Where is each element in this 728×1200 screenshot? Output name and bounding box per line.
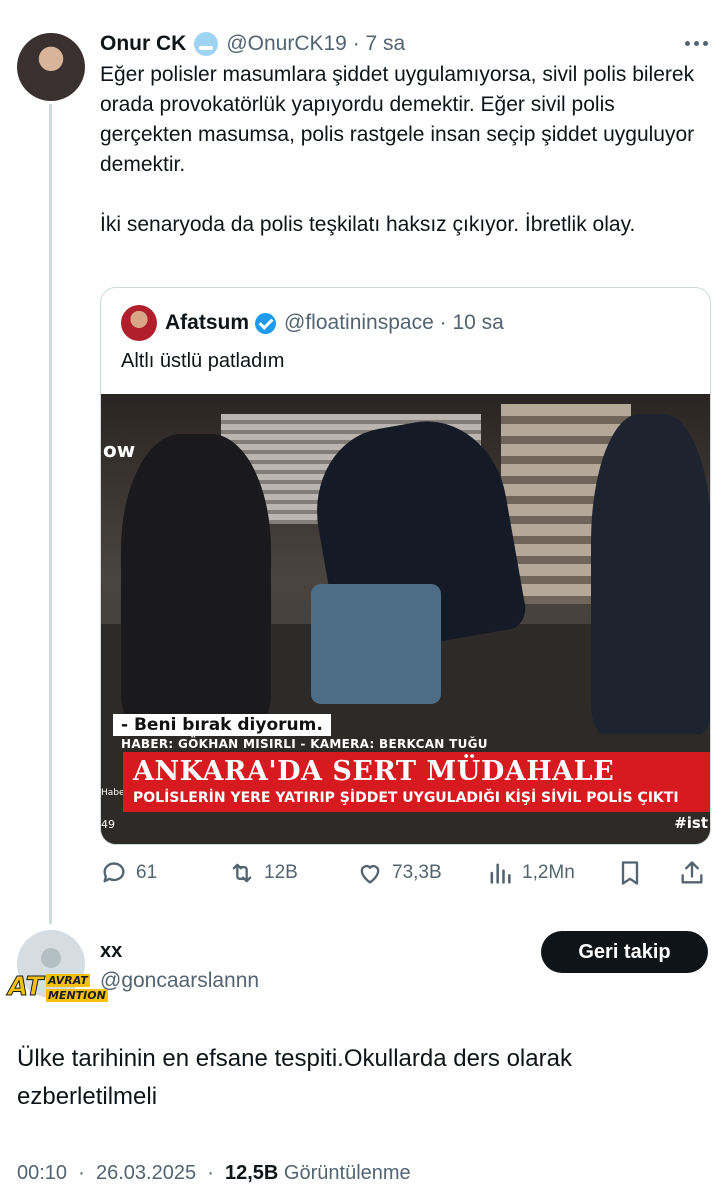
reply-time[interactable]: 00:10 — [17, 1162, 67, 1184]
person-left — [121, 434, 271, 724]
reply-author-handle[interactable]: @goncaarslannn — [100, 969, 259, 993]
quoted-author-name[interactable]: Afatsum — [165, 311, 249, 335]
reply-button[interactable]: 61 — [100, 857, 157, 889]
heart-icon — [360, 865, 380, 884]
quoted-tweet-media-image[interactable]: ow - Beni bırak diyorum. HABER: GÖKHAN M… — [101, 394, 710, 844]
media-corner-text: ow — [103, 438, 136, 462]
reply-views-count: 12,5B — [224, 1162, 279, 1184]
like-button[interactable]: 73,3B — [356, 857, 442, 889]
news-headline: ANKARA'DA SERT MÜDAHALE — [133, 756, 615, 787]
reply-icon — [103, 862, 125, 883]
logo-top-text: AVRAT — [46, 974, 90, 987]
avrat-mention-logo: AT AVRAT MENTION — [7, 968, 108, 1008]
author-avatar[interactable] — [17, 33, 85, 101]
views-count: 1,2Mn — [522, 862, 575, 883]
person-center-legs — [311, 584, 441, 704]
quoted-author-handle[interactable]: @floatininspace — [284, 311, 434, 335]
quoted-tweet-time[interactable]: 10 sa — [452, 311, 503, 335]
share-icon — [681, 861, 703, 884]
logo-bottom-text: MENTION — [46, 989, 108, 1002]
repost-count: 12B — [264, 862, 298, 883]
tweet-text: Eğer polisler masumlara şiddet uygulamıy… — [100, 63, 695, 236]
bookmark-button[interactable] — [616, 857, 644, 889]
thread-connector-line — [49, 104, 52, 924]
reply-author-name[interactable]: xx — [100, 940, 122, 963]
meta-separator: · — [72, 1162, 91, 1184]
repost-icon — [232, 863, 252, 883]
news-counter: 49 — [101, 818, 115, 831]
quoted-tweet-text: Altlı üstlü patladım — [121, 350, 285, 372]
follow-back-button[interactable]: Geri takip — [541, 931, 708, 973]
logo-main-text: AT — [7, 972, 44, 1003]
tweet-time[interactable]: 7 sa — [366, 32, 406, 56]
cold-face-emoji-icon — [194, 32, 219, 56]
news-lower-third: - Beni bırak diyorum. HABER: GÖKHAN MISI… — [101, 706, 710, 844]
reply-views-label: Görüntülenme — [283, 1162, 411, 1184]
author-name[interactable]: Onur CK — [100, 32, 186, 56]
news-headline-bar: ANKARA'DA SERT MÜDAHALE POLİSLERİN YERE … — [123, 752, 710, 812]
bookmark-icon — [621, 861, 639, 885]
news-channel-tag: #ist — [674, 814, 708, 832]
quoted-tweet-header: Afatsum @floatininspace · 10 sa — [165, 308, 504, 338]
news-subheadline: POLİSLERİN YERE YATIRIP ŞİDDET UYGULADIĞ… — [133, 790, 679, 806]
reply-date[interactable]: 26.03.2025 — [96, 1162, 196, 1184]
quoted-header-separator: · — [433, 311, 453, 334]
header-separator: · — [346, 32, 366, 55]
news-credits-caption: HABER: GÖKHAN MISIRLI - KAMERA: BERKCAN … — [121, 737, 488, 751]
share-button[interactable] — [678, 857, 706, 889]
tweet-action-bar: 61 12B 73,3B 1,2Mn — [100, 857, 712, 889]
reply-count: 61 — [136, 862, 158, 883]
views-chart-icon — [490, 863, 511, 884]
views-button[interactable]: 1,2Mn — [486, 857, 575, 889]
news-quote-caption: - Beni bırak diyorum. — [113, 714, 331, 736]
repost-button[interactable]: 12B — [228, 857, 298, 889]
quoted-tweet-card[interactable]: Afatsum @floatininspace · 10 sa Altlı üs… — [100, 287, 711, 845]
meta-separator-2: · — [201, 1162, 220, 1184]
quoted-author-avatar[interactable] — [121, 305, 157, 341]
person-right — [591, 414, 710, 734]
tweet-header: Onur CK @OnurCK19 · 7 sa — [100, 30, 708, 58]
reply-meta: 00:10 · 26.03.2025 · 12,5B Görüntülenme — [17, 1162, 411, 1185]
reply-tweet-text: Ülke tarihinin en efsane tespiti.Okullar… — [17, 1045, 572, 1110]
verified-badge-icon — [255, 312, 277, 334]
author-handle[interactable]: @OnurCK19 — [226, 32, 347, 56]
more-options-icon[interactable] — [682, 33, 710, 53]
like-count: 73,3B — [392, 862, 442, 883]
